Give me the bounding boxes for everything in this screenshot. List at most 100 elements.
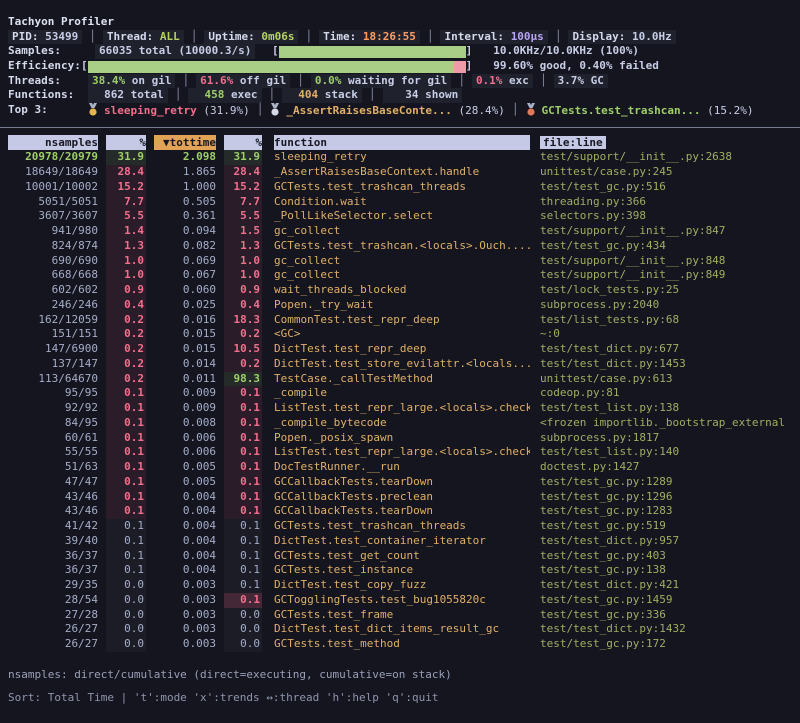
table-row[interactable]: 690/6901.00.0691.0gc_collecttest/support… [8,254,800,269]
cell-tottime: 0.004 [154,504,216,519]
cell-percent-cumulative: 0.1 [224,578,262,593]
status-value: 100µs [511,30,544,43]
cell-percent-cumulative: 0.1 [224,563,262,578]
cell-tottime: 0.004 [154,534,216,549]
cell-tottime: 0.003 [154,593,216,608]
table-row[interactable]: 84/950.10.0080.1_compile_bytecode<frozen… [8,416,800,431]
table-row[interactable]: 3607/36075.50.3615.5_PollLikeSelector.se… [8,209,800,224]
cell-percent-direct: 0.1 [106,386,146,401]
table-row[interactable]: 55/550.10.0060.1ListTest.test_repr_large… [8,445,800,460]
cell-function: DictTest.test_repr_deep [274,342,530,357]
cell-percent-cumulative: 1.3 [224,239,262,254]
table-row[interactable]: 137/1470.20.0140.2DictTest.test_store_ev… [8,357,800,372]
cell-tottime: 0.009 [154,386,216,401]
threads-label: Threads: [8,74,88,89]
thread-stat-value: 0.1% [476,74,503,87]
separator-bar-icon: │ [555,30,562,45]
silver-medal-icon [270,104,286,117]
cell-percent-cumulative: 7.7 [224,195,262,210]
table-row[interactable]: 28/540.00.0030.1GCTogglingTests.test_bug… [8,593,800,608]
table-row[interactable]: 113/646700.20.01198.3TestCase._callTestM… [8,372,800,387]
cell-fileline: ~:0 [540,327,800,342]
table-row[interactable]: 246/2460.40.0250.4Popen._try_waitsubproc… [8,298,800,313]
cell-nsamples: 84/95 [8,416,98,431]
table-row[interactable]: 151/1510.20.0150.2<GC>~:0 [8,327,800,342]
table-row[interactable]: 43/460.10.0040.1GCCallbackTests.tearDown… [8,504,800,519]
column-header-function[interactable]: function [274,135,530,151]
table-row[interactable]: 29/350.00.0030.1DictTest.test_copy_fuzzt… [8,578,800,593]
table-row[interactable]: 41/420.10.0040.1GCTests.test_trashcan_th… [8,519,800,534]
table-row[interactable]: 95/950.10.0090.1_compilecodeop.py:81 [8,386,800,401]
cell-nsamples: 824/874 [8,239,98,254]
samples-label: Samples: [8,44,95,59]
cell-percent-direct: 0.0 [106,608,146,623]
cell-fileline: unittest/case.py:613 [540,372,800,387]
table-row[interactable]: 941/9801.40.0941.5gc_collecttest/support… [8,224,800,239]
table-row[interactable]: 26/270.00.0030.0GCTests.test_methodtest/… [8,637,800,652]
table-row[interactable]: 20978/2097931.92.09831.9sleeping_retryte… [8,150,800,165]
table-row[interactable]: 5051/50517.70.5057.7Condition.waitthread… [8,195,800,210]
function-stat: 34 shown [383,88,463,103]
status-chip-uptime: Uptime: 0m06s [204,30,298,45]
table-row[interactable]: 51/630.10.0050.1DocTestRunner.__rundocte… [8,460,800,475]
cell-tottime: 0.094 [154,224,216,239]
table-row[interactable]: 60/610.10.0060.1Popen._posix_spawnsubpro… [8,431,800,446]
cell-tottime: 0.361 [154,209,216,224]
column-header-fileline[interactable]: file:line [540,136,606,149]
keybinding-help-text: Sort: Total Time | 't':mode 'x':trends ↔… [8,691,438,706]
cell-nsamples: 95/95 [8,386,98,401]
functions-stats: Functions:862 total│458 exec│404 stack│3… [8,88,800,103]
cell-fileline: test/support/__init__.py:849 [540,268,800,283]
samples-bar-close-bracket: ] [466,44,473,59]
cell-percent-direct: 0.1 [106,475,146,490]
table-row[interactable]: 92/920.10.0090.1ListTest.test_repr_large… [8,401,800,416]
cell-percent-cumulative: 1.0 [224,268,262,283]
table-row[interactable]: 27/280.00.0030.0GCTests.test_frametest/t… [8,608,800,623]
column-header-percent-direct[interactable]: % [106,135,146,151]
efficiency-bar-open-bracket: [ [81,59,88,74]
table-row[interactable]: 147/69000.20.01510.5DictTest.test_repr_d… [8,342,800,357]
table-row[interactable]: 162/120590.20.01618.3CommonTest.test_rep… [8,313,800,328]
cell-percent-direct: 0.2 [106,357,146,372]
cell-percent-direct: 0.2 [106,327,146,342]
table-row[interactable]: 26/270.00.0030.0DictTest.test_dict_items… [8,622,800,637]
thread-stat-value: 61.6% [200,74,233,87]
function-stat-label: shown [419,88,459,101]
table-row[interactable]: 43/460.10.0040.1GCCallbackTests.preclean… [8,490,800,505]
separator-bar-icon: │ [458,74,465,89]
cell-percent-direct: 0.1 [106,431,146,446]
table-row[interactable]: 36/370.10.0040.1GCTests.test_instancetes… [8,563,800,578]
cell-percent-direct: 1.4 [106,224,146,239]
thread-stat-label: waiting for gil [341,74,447,87]
status-chip-time: Time: 18:26:55 [319,30,420,45]
column-header-percent-cumulative[interactable]: % [224,135,262,151]
table-row[interactable]: 668/6681.00.0671.0gc_collecttest/support… [8,268,800,283]
cell-fileline: test/test_dict.py:677 [540,342,800,357]
cell-fileline: subprocess.py:2040 [540,298,800,313]
cell-nsamples: 60/61 [8,431,98,446]
table-row[interactable]: 824/8741.30.0821.3GCTests.test_trashcan.… [8,239,800,254]
table-row[interactable]: 18649/1864928.41.86528.4_AssertRaisesBas… [8,165,800,180]
table-row[interactable]: 36/370.10.0040.1GCTests.test_get_countte… [8,549,800,564]
cell-nsamples: 27/28 [8,608,98,623]
top3-functions: Top 3:sleeping_retry (31.9%)│_AssertRais… [8,103,800,118]
cell-nsamples: 41/42 [8,519,98,534]
table-row[interactable]: 47/470.10.0050.1GCCallbackTests.tearDown… [8,475,800,490]
cell-percent-direct: 0.0 [106,593,146,608]
cell-fileline: test/test_gc.py:519 [540,519,800,534]
cell-function: Popen._try_wait [274,298,530,313]
cell-percent-direct: 5.5 [106,209,146,224]
cell-percent-cumulative: 0.1 [224,445,262,460]
table-row[interactable]: 39/400.10.0040.1DictTest.test_container_… [8,534,800,549]
efficiency-line: Efficiency:[]99.60% good, 0.40% failed [8,59,800,74]
column-header-tottime-sorted[interactable]: ▼tottime [154,135,216,151]
table-row[interactable]: 10001/1000215.21.00015.2GCTests.test_tra… [8,180,800,195]
cell-percent-direct: 0.9 [106,283,146,298]
column-header-nsamples[interactable]: nsamples [8,135,98,151]
thread-stat-label: GC [584,74,604,87]
table-row[interactable]: 602/6020.90.0600.9wait_threads_blockedte… [8,283,800,298]
efficiency-summary: 99.60% good, 0.40% failed [493,59,659,74]
cell-fileline: test/support/__init__.py:847 [540,224,800,239]
cell-fileline: test/lock_tests.py:25 [540,283,800,298]
cell-fileline: test/support/__init__.py:2638 [540,150,800,165]
